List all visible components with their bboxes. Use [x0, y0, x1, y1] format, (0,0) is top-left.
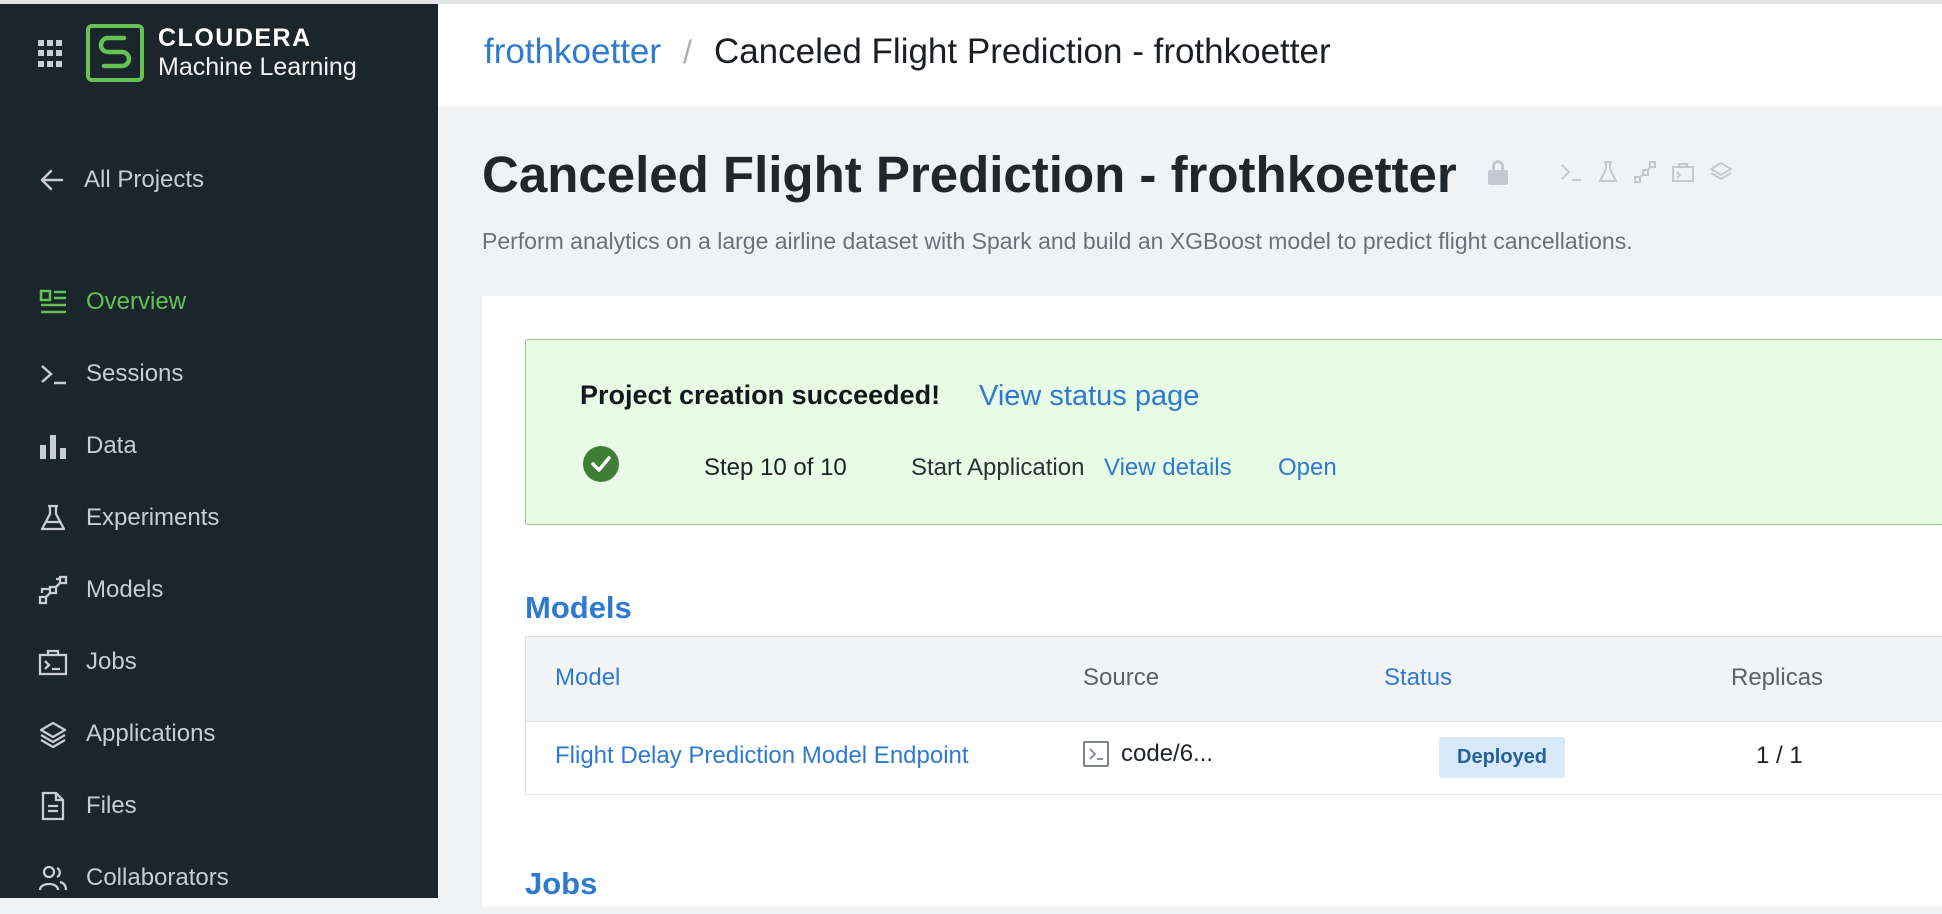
file-icon: [38, 791, 68, 821]
sidebar-item-label: Experiments: [86, 504, 220, 531]
main-content: frothkoetter / Canceled Flight Predictio…: [438, 0, 1942, 906]
layers-icon[interactable]: [1708, 161, 1733, 188]
jobs-icon[interactable]: [1671, 161, 1695, 188]
step-counter: Step 10 of 10: [704, 454, 847, 481]
sidebar-item-jobs[interactable]: Jobs: [38, 626, 418, 698]
brand-text: CLOUDERA Machine Learning: [158, 24, 357, 82]
status-badge: Deployed: [1439, 737, 1566, 778]
layers-icon: [38, 719, 68, 749]
sidebar-item-label: Sessions: [86, 360, 184, 387]
sidebar-item-sessions[interactable]: Sessions: [38, 338, 418, 410]
breadcrumb: frothkoetter / Canceled Flight Predictio…: [484, 32, 1331, 72]
banner-message: Project creation succeeded!: [580, 380, 941, 410]
model-replicas: 1 / 1: [1756, 742, 1803, 769]
sidebar-item-applications[interactable]: Applications: [38, 698, 418, 770]
cloudera-logo-icon: [86, 24, 144, 82]
breadcrumb-separator: /: [683, 33, 692, 70]
models-icon[interactable]: [1633, 160, 1657, 189]
sidebar-item-label: Jobs: [86, 648, 137, 675]
breadcrumb-current: Canceled Flight Prediction - frothkoette…: [713, 32, 1331, 71]
project-status-banner: Project creation succeeded! View status …: [525, 339, 1942, 525]
step-name: Start Application: [911, 454, 1085, 481]
column-header-source: Source: [1083, 664, 1160, 691]
check-circle-icon: [583, 446, 619, 482]
model-source: code/6...: [1083, 740, 1213, 768]
page-title: Canceled Flight Prediction - frothkoette…: [482, 146, 1457, 203]
sidebar-item-data[interactable]: Data: [38, 410, 418, 482]
breadcrumb-user-link[interactable]: frothkoetter: [484, 32, 661, 72]
jobs-icon: [38, 647, 68, 677]
models-icon: [38, 575, 68, 605]
sidebar-item-label: Models: [86, 576, 164, 603]
project-description: Perform analytics on a large airline dat…: [482, 228, 1633, 254]
project-toolbar: [1559, 160, 1733, 189]
sidebar-item-label: Data: [86, 432, 137, 459]
app-launcher-icon[interactable]: [38, 38, 66, 68]
open-link[interactable]: Open: [1278, 454, 1337, 482]
column-header-replicas: Replicas: [1731, 664, 1824, 691]
bar-chart-icon: [38, 431, 68, 461]
overview-panel: Project creation succeeded! View status …: [482, 296, 1942, 906]
brand-product: Machine Learning: [158, 53, 357, 81]
sidebar-item-label: Applications: [86, 720, 216, 747]
top-border: [0, 0, 1942, 4]
flask-icon: [38, 503, 68, 533]
all-projects-label: All Projects: [84, 166, 205, 193]
model-name-link[interactable]: Flight Delay Prediction Model Endpoint: [555, 742, 969, 770]
brand: CLOUDERA Machine Learning: [38, 24, 357, 82]
terminal-icon: [1083, 741, 1109, 767]
column-header-model[interactable]: Model: [555, 664, 620, 692]
terminal-icon: [38, 359, 68, 389]
project-title-row: Canceled Flight Prediction - frothkoette…: [482, 145, 1733, 204]
models-heading[interactable]: Models: [525, 590, 632, 626]
column-header-status[interactable]: Status: [1384, 664, 1452, 692]
table-header: Model Source Status Replicas: [526, 637, 1942, 722]
sidebar-item-experiments[interactable]: Experiments: [38, 482, 418, 554]
view-status-page-link[interactable]: View status page: [979, 380, 1199, 413]
model-source-path: code/6...: [1121, 740, 1214, 767]
sidebar: CLOUDERA Machine Learning All Projects O…: [0, 0, 438, 898]
flask-icon[interactable]: [1597, 160, 1619, 189]
view-details-link[interactable]: View details: [1104, 454, 1232, 482]
sidebar-item-files[interactable]: Files: [38, 770, 418, 842]
table-row: Flight Delay Prediction Model Endpoint c…: [526, 722, 1942, 794]
sidebar-item-label: Files: [86, 792, 137, 819]
sidebar-item-label: Overview: [86, 288, 187, 315]
brand-name: CLOUDERA: [158, 24, 312, 52]
jobs-heading[interactable]: Jobs: [525, 866, 597, 902]
lock-icon: [1487, 159, 1509, 190]
arrow-left-icon: [40, 169, 64, 191]
all-projects-link[interactable]: All Projects: [38, 166, 204, 194]
sidebar-item-models[interactable]: Models: [38, 554, 418, 626]
terminal-icon[interactable]: [1559, 161, 1583, 188]
header: frothkoetter / Canceled Flight Predictio…: [438, 4, 1942, 106]
users-icon: [38, 863, 68, 893]
overview-icon: [38, 287, 68, 317]
models-table: Model Source Status Replicas Flight Dela…: [525, 636, 1942, 795]
sidebar-item-overview[interactable]: Overview: [38, 266, 418, 338]
sidebar-item-label: Collaborators: [86, 864, 229, 891]
sidebar-nav: Overview Sessions Data Experiments Model…: [38, 266, 418, 914]
sidebar-item-collaborators[interactable]: Collaborators: [38, 842, 418, 914]
